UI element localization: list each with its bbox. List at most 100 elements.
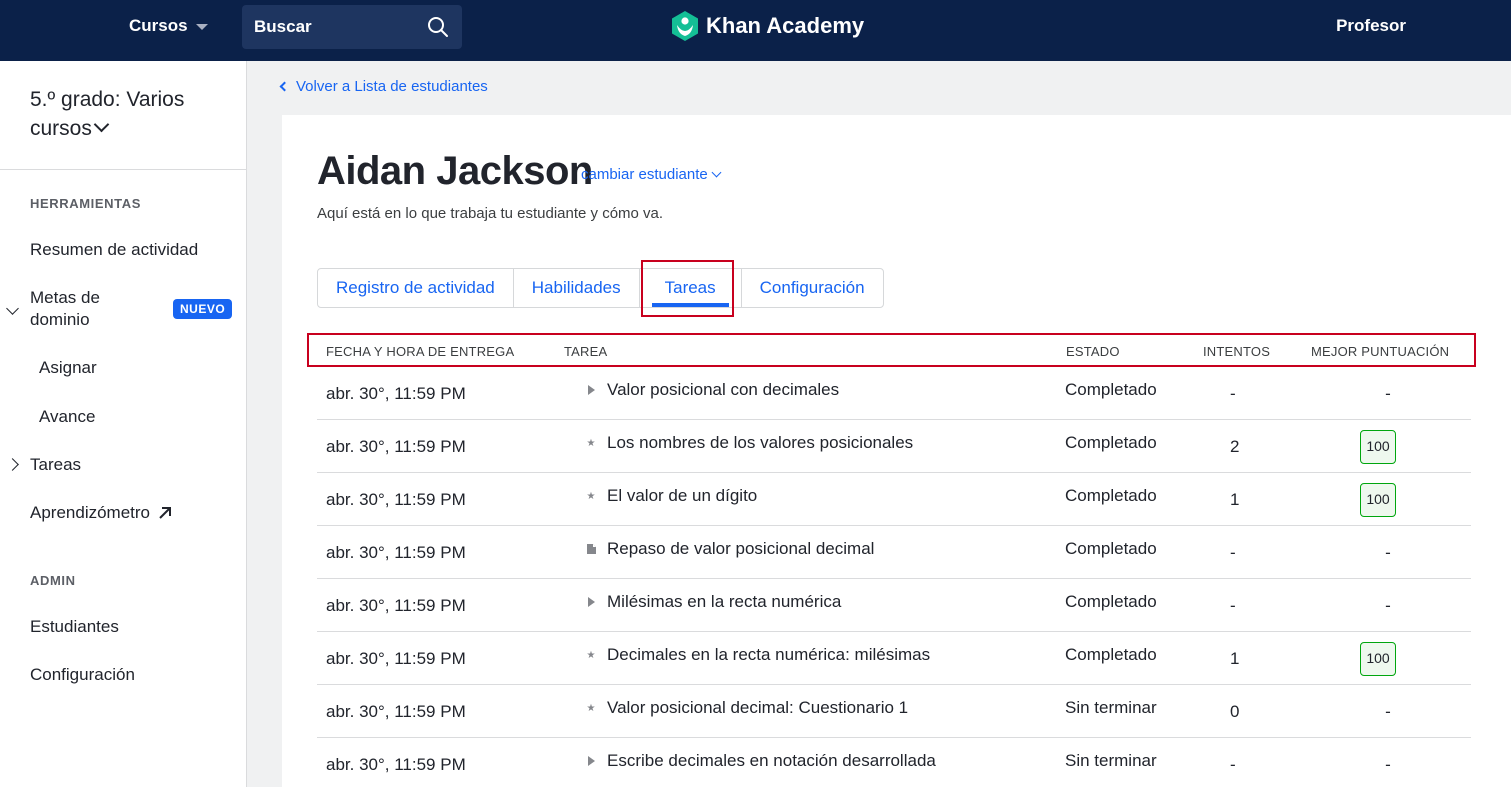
- due-date-cell: abr. 30°, 11:59 PM: [326, 702, 466, 721]
- chevron-right-icon[interactable]: [6, 458, 19, 471]
- new-badge: NUEVO: [173, 299, 233, 319]
- table-row[interactable]: abr. 30°, 11:59 PM ★ Decimales en la recta…: [317, 632, 1471, 685]
- due-date-cell: abr. 30°, 11:59 PM: [326, 437, 466, 456]
- due-date-cell: abr. 30°, 11:59 PM: [326, 755, 466, 774]
- sidebar-item-progress[interactable]: Avance: [39, 407, 95, 427]
- exercise-star-icon: ★: [586, 702, 596, 714]
- tab-settings[interactable]: Configuración: [742, 269, 883, 307]
- score-cell: -: [1385, 702, 1391, 721]
- task-cell[interactable]: ★ Decimales en la recta numérica: milésim…: [586, 645, 931, 665]
- sidebar-item-assign[interactable]: Asignar: [39, 358, 97, 378]
- task-title[interactable]: Decimales en la recta numérica: milésima…: [607, 645, 930, 665]
- student-card: Aidan Jackson cambiar estudiante Aquí es…: [282, 115, 1511, 787]
- courses-menu-button[interactable]: Cursos: [129, 16, 208, 36]
- khan-academy-logo[interactable]: Khan Academy: [670, 10, 864, 42]
- tab-skills[interactable]: Habilidades: [514, 269, 640, 307]
- table-row[interactable]: abr. 30°, 11:59 PM ★ Valor posicional deci…: [317, 685, 1471, 738]
- sidebar: 5.º grado: Varios cursos HERRAMIENTAS Re…: [0, 61, 247, 787]
- sidebar-item-activity-summary[interactable]: Resumen de actividad: [30, 240, 198, 260]
- due-date-cell: abr. 30°, 11:59 PM: [326, 490, 466, 509]
- due-date-cell: abr. 30°, 11:59 PM: [326, 649, 466, 668]
- back-to-students-link[interactable]: Volver a Lista de estudiantes: [279, 78, 488, 95]
- tools-section-label: HERRAMIENTAS: [30, 196, 141, 211]
- khan-academy-leaf-icon: [672, 11, 698, 41]
- column-header-task[interactable]: TAREA: [564, 344, 607, 359]
- sidebar-item-students[interactable]: Estudiantes: [30, 617, 119, 637]
- attempts-cell: 2: [1230, 437, 1240, 456]
- attempts-cell: -: [1230, 384, 1236, 403]
- search-icon[interactable]: [426, 15, 450, 39]
- table-row[interactable]: abr. 30°, 11:59 PM Valor posicional con d…: [317, 367, 1471, 420]
- column-header-due[interactable]: FECHA Y HORA DE ENTREGA: [326, 344, 514, 359]
- exercise-star-icon: ★: [586, 437, 596, 449]
- class-selector[interactable]: 5.º grado: Varios cursos: [30, 85, 230, 143]
- switch-student-label: cambiar estudiante: [581, 166, 708, 183]
- column-header-attempts[interactable]: INTENTOS: [1203, 344, 1270, 359]
- table-row[interactable]: abr. 30°, 11:59 PM Milésimas en la recta …: [317, 579, 1471, 632]
- due-date-cell: abr. 30°, 11:59 PM: [326, 596, 466, 615]
- task-title[interactable]: Milésimas en la recta numérica: [607, 592, 841, 612]
- score-badge: 100: [1360, 430, 1396, 464]
- top-nav-bar: Cursos Khan Academy Profesor: [0, 0, 1511, 61]
- highlight-box-tab: [641, 260, 734, 317]
- task-cell[interactable]: ★ Valor posicional decimal: Cuestionario …: [586, 698, 909, 718]
- status-cell: Sin terminar: [1065, 751, 1157, 770]
- status-cell: Sin terminar: [1065, 698, 1157, 717]
- score-cell: -: [1385, 755, 1391, 774]
- divider: [0, 169, 246, 170]
- sidebar-item-assignments[interactable]: Tareas: [30, 455, 81, 475]
- table-row[interactable]: abr. 30°, 11:59 PM Repaso de valor posici…: [317, 526, 1471, 579]
- attempts-cell: -: [1230, 755, 1236, 774]
- column-header-best-score[interactable]: MEJOR PUNTUACIÓN: [1311, 344, 1449, 359]
- page-subtitle: Aquí está en lo que trabaja tu estudiant…: [317, 205, 664, 222]
- status-cell: Completado: [1065, 592, 1157, 611]
- sidebar-item-learnometer[interactable]: Aprendizómetro: [30, 503, 172, 523]
- admin-section-label: ADMIN: [30, 573, 76, 588]
- sidebar-item-label: Aprendizómetro: [30, 503, 151, 522]
- task-title[interactable]: El valor de un dígito: [607, 486, 757, 506]
- attempts-cell: 0: [1230, 702, 1240, 721]
- task-title[interactable]: Los nombres de los valores posicionales: [607, 433, 913, 453]
- video-icon: [586, 756, 596, 766]
- column-header-status[interactable]: ESTADO: [1066, 344, 1120, 359]
- table-row[interactable]: abr. 30°, 11:59 PM ★ Los nombres de los va…: [317, 420, 1471, 473]
- sidebar-item-settings[interactable]: Configuración: [30, 665, 135, 685]
- status-cell: Completado: [1065, 539, 1157, 558]
- tab-activity-log[interactable]: Registro de actividad: [318, 269, 514, 307]
- caret-down-icon: [195, 24, 208, 30]
- task-title[interactable]: Escribe decimales en notación desarrolla…: [607, 751, 936, 771]
- sidebar-item-mastery-goals[interactable]: Metas de dominio: [30, 287, 150, 331]
- task-title[interactable]: Valor posicional decimal: Cuestionario 1: [607, 698, 908, 718]
- task-cell[interactable]: ★ El valor de un dígito: [586, 486, 758, 506]
- tab-bar: Registro de actividad Habilidades Tareas…: [317, 268, 884, 308]
- attempts-cell: 1: [1230, 490, 1240, 509]
- chevron-down-icon: [93, 116, 110, 133]
- task-cell[interactable]: Milésimas en la recta numérica: [586, 592, 841, 612]
- status-cell: Completado: [1065, 486, 1157, 505]
- exercise-star-icon: ★: [586, 490, 596, 502]
- logo-text: Khan Academy: [706, 13, 865, 38]
- status-cell: Completado: [1065, 645, 1157, 664]
- search-box[interactable]: [242, 5, 462, 49]
- search-input[interactable]: [254, 5, 414, 49]
- task-cell[interactable]: Repaso de valor posicional decimal: [586, 539, 874, 559]
- class-title: 5.º grado: Varios cursos: [30, 88, 185, 140]
- task-title[interactable]: Repaso de valor posicional decimal: [607, 539, 874, 559]
- task-cell[interactable]: Escribe decimales en notación desarrolla…: [586, 751, 936, 771]
- switch-student-button[interactable]: cambiar estudiante: [581, 166, 722, 183]
- back-link-label: Volver a Lista de estudiantes: [296, 78, 488, 95]
- attempts-cell: -: [1230, 596, 1236, 615]
- profile-menu-button[interactable]: Profesor: [1336, 16, 1406, 36]
- student-name: Aidan Jackson: [317, 149, 593, 193]
- video-icon: [586, 597, 596, 607]
- courses-label: Cursos: [129, 16, 188, 35]
- score-badge: 100: [1360, 642, 1396, 676]
- task-title[interactable]: Valor posicional con decimales: [607, 380, 839, 400]
- score-cell: -: [1385, 543, 1391, 562]
- table-row[interactable]: abr. 30°, 11:59 PM ★ El valor de un dígito…: [317, 473, 1471, 526]
- chevron-down-icon[interactable]: [6, 302, 19, 315]
- table-row[interactable]: abr. 30°, 11:59 PM Escribe decimales en n…: [317, 738, 1471, 787]
- task-cell[interactable]: ★ Los nombres de los valores posicionales: [586, 433, 914, 453]
- task-cell[interactable]: Valor posicional con decimales: [586, 380, 839, 400]
- status-cell: Completado: [1065, 433, 1157, 452]
